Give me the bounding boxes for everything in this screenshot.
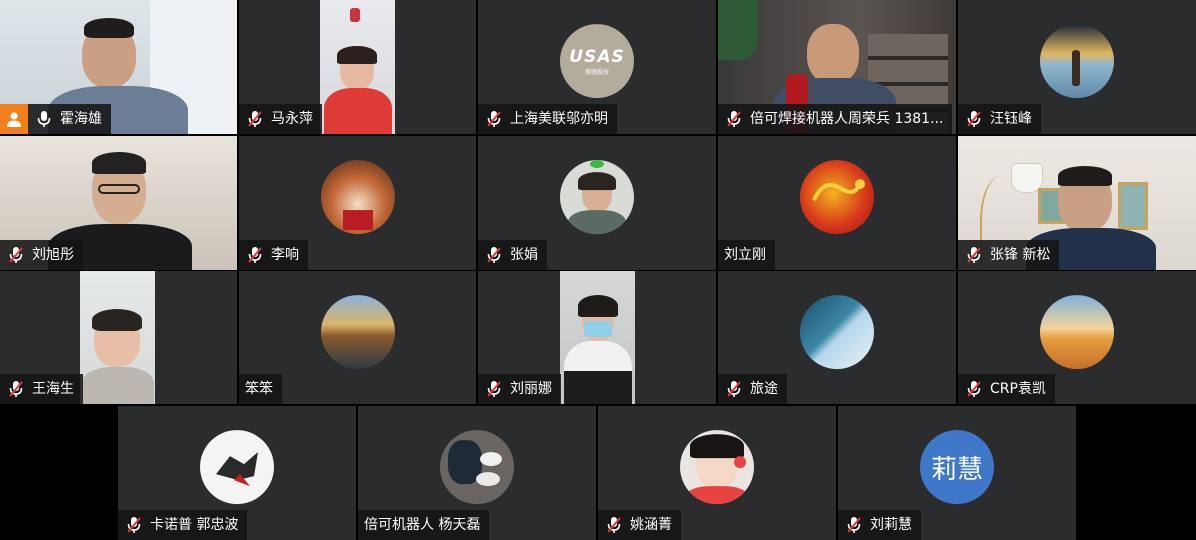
participant-name: 刘旭彤 xyxy=(32,247,74,263)
video-tile-9[interactable]: 张锋 新松 xyxy=(958,136,1196,270)
participant-label: 倍可机器人 杨天磊 xyxy=(358,510,490,540)
video-tile-10[interactable]: 王海生 xyxy=(0,271,237,404)
participant-name: 姚涵菁 xyxy=(630,517,672,533)
mic-muted-icon[interactable] xyxy=(964,379,984,399)
video-tile-13[interactable]: 旅途 xyxy=(718,271,956,404)
avatar-initials: 莉慧 xyxy=(930,454,983,485)
mic-muted-icon[interactable] xyxy=(124,515,144,535)
participant-avatar xyxy=(560,160,634,235)
participant-label: 刘丽娜 xyxy=(478,374,561,404)
mic-muted-icon[interactable] xyxy=(844,515,864,535)
participant-name: 马永萍 xyxy=(271,111,313,127)
participant-name: 霍海雄 xyxy=(60,111,102,127)
video-tile-1[interactable]: 马永萍 xyxy=(239,0,476,134)
participant-name: 汪钰峰 xyxy=(990,111,1032,127)
video-tile-14[interactable]: CRP袁凯 xyxy=(958,271,1196,404)
video-tile-15[interactable]: 卡诺普 郭忠波 xyxy=(118,406,356,540)
host-icon xyxy=(0,104,28,134)
participant-avatar xyxy=(320,160,395,235)
participant-name: 倍可机器人 杨天磊 xyxy=(364,517,481,533)
mic-muted-icon[interactable] xyxy=(604,515,624,535)
participant-avatar xyxy=(320,294,395,369)
participant-avatar xyxy=(200,430,274,505)
participant-name: 张锋 新松 xyxy=(990,247,1051,263)
participant-avatar xyxy=(1040,24,1114,99)
participant-label: 姚涵菁 xyxy=(598,510,681,540)
participant-video xyxy=(80,271,155,404)
video-tile-16[interactable]: 倍可机器人 杨天磊 xyxy=(358,406,596,540)
participant-name: 王海生 xyxy=(32,381,74,397)
text-avatar: 莉慧 xyxy=(920,430,994,505)
participant-name: 笨笨 xyxy=(245,381,273,397)
participant-label: 马永萍 xyxy=(239,104,322,134)
participant-label: 汪钰峰 xyxy=(958,104,1041,134)
participant-label: 卡诺普 郭忠波 xyxy=(118,510,248,540)
participant-name: 刘立刚 xyxy=(724,247,766,263)
participant-name: 倍可焊接机器人周荣兵 1381... xyxy=(750,111,944,127)
mic-muted-icon[interactable] xyxy=(484,245,504,265)
participant-label: 上海美联邬亦明 xyxy=(478,104,617,134)
mic-muted-icon[interactable] xyxy=(724,379,744,399)
company-logo-avatar: USAS 美联股份 xyxy=(560,24,634,99)
participant-label: 霍海雄 xyxy=(28,104,111,134)
participant-name: CRP袁凯 xyxy=(990,381,1046,397)
video-tile-17[interactable]: 姚涵菁 xyxy=(598,406,836,540)
participant-label: CRP袁凯 xyxy=(958,374,1055,404)
mic-muted-icon[interactable] xyxy=(484,379,504,399)
video-tile-5[interactable]: 刘旭彤 xyxy=(0,136,237,270)
video-tile-12[interactable]: 刘丽娜 xyxy=(478,271,716,404)
participant-avatar xyxy=(800,294,874,369)
participant-label: 张娟 xyxy=(478,240,547,270)
participant-label: 刘立刚 xyxy=(718,240,775,270)
mic-muted-icon[interactable] xyxy=(6,245,26,265)
mic-muted-icon[interactable] xyxy=(245,109,265,129)
participant-name: 卡诺普 郭忠波 xyxy=(150,517,239,533)
participant-avatar xyxy=(1040,294,1114,369)
mic-muted-icon[interactable] xyxy=(6,379,26,399)
logo-subtext: 美联股份 xyxy=(584,68,609,76)
participant-name: 张娟 xyxy=(510,247,538,263)
participant-label: 旅途 xyxy=(718,374,787,404)
mic-muted-icon[interactable] xyxy=(964,109,984,129)
logo-text: USAS xyxy=(569,46,625,67)
mic-muted-icon[interactable] xyxy=(964,245,984,265)
video-tile-4[interactable]: 汪钰峰 xyxy=(958,0,1196,134)
participant-label: 刘莉慧 xyxy=(838,510,921,540)
participant-label: 笨笨 xyxy=(239,374,282,404)
video-tile-18[interactable]: 莉慧 刘莉慧 xyxy=(838,406,1076,540)
video-tile-7[interactable]: 张娟 xyxy=(478,136,716,270)
participant-name: 旅途 xyxy=(750,381,778,397)
mic-muted-icon[interactable] xyxy=(724,109,744,129)
participant-video xyxy=(320,0,395,134)
participant-label: 李响 xyxy=(239,240,308,270)
participant-name: 刘莉慧 xyxy=(870,517,912,533)
participant-avatar xyxy=(440,430,514,505)
participant-label: 倍可焊接机器人周荣兵 1381... xyxy=(718,104,953,134)
video-tile-2[interactable]: USAS 美联股份 上海美联邬亦明 xyxy=(478,0,716,134)
participant-label: 王海生 xyxy=(0,374,83,404)
participant-avatar xyxy=(800,160,874,235)
participant-name: 刘丽娜 xyxy=(510,381,552,397)
video-tile-8[interactable]: 刘立刚 xyxy=(718,136,956,270)
participant-avatar xyxy=(680,430,754,505)
participant-label: 刘旭彤 xyxy=(0,240,83,270)
participant-label: 张锋 新松 xyxy=(958,240,1060,270)
video-tile-11[interactable]: 笨笨 xyxy=(239,271,476,404)
video-tile-0[interactable]: 霍海雄 xyxy=(0,0,237,134)
participant-name: 李响 xyxy=(271,247,299,263)
microphone-icon[interactable] xyxy=(34,109,54,129)
participant-video xyxy=(560,271,635,404)
video-tile-6[interactable]: 李响 xyxy=(239,136,476,270)
mic-muted-icon[interactable] xyxy=(245,245,265,265)
participant-name: 上海美联邬亦明 xyxy=(510,111,608,127)
video-tile-3[interactable]: 倍可焊接机器人周荣兵 1381... xyxy=(718,0,956,134)
mic-muted-icon[interactable] xyxy=(484,109,504,129)
